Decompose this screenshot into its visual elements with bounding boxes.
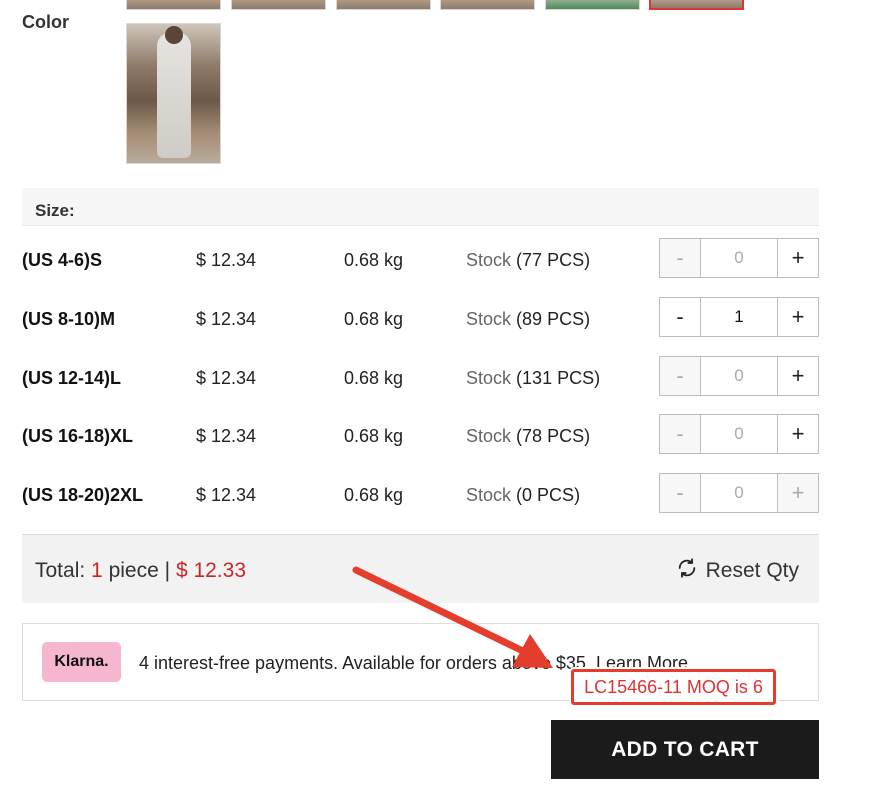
klarna-text: 4 interest-free payments. Available for …: [139, 653, 591, 673]
quantity-stepper: - 1 +: [659, 297, 819, 337]
size-name: (US 8-10)M: [22, 309, 116, 329]
total-prefix: Total:: [35, 559, 86, 582]
color-swatch-main[interactable]: [126, 23, 221, 164]
total-count: 1: [91, 559, 103, 582]
quantity-input[interactable]: 0: [701, 474, 777, 512]
increment-button[interactable]: +: [777, 415, 818, 453]
stock-label: Stock: [466, 485, 512, 505]
size-price: $ 12.34: [196, 368, 257, 388]
decrement-button[interactable]: -: [660, 298, 701, 336]
size-weight: 0.68 kg: [344, 250, 404, 270]
decrement-button[interactable]: -: [660, 239, 701, 277]
stock-label: Stock: [466, 426, 512, 446]
increment-button[interactable]: +: [777, 474, 818, 512]
quantity-stepper: - 0 +: [659, 473, 819, 513]
decrement-button[interactable]: -: [660, 474, 701, 512]
total-summary: Total: 1 piece | $ 12.33: [35, 559, 246, 583]
size-weight: 0.68 kg: [344, 368, 404, 388]
stock-label: Stock: [466, 309, 512, 329]
quantity-stepper: - 0 +: [659, 356, 819, 396]
total-unit: piece: [108, 559, 159, 582]
quantity-stepper: - 0 +: [659, 414, 819, 454]
size-weight: 0.68 kg: [344, 485, 404, 505]
total-separator: |: [164, 559, 171, 582]
add-to-cart-button[interactable]: ADD TO CART: [551, 720, 819, 779]
size-price: $ 12.34: [196, 485, 257, 505]
size-header-label: Size:: [35, 201, 75, 220]
product-figure-head: [165, 26, 183, 44]
size-stock: Stock (0 PCS): [466, 485, 580, 506]
size-stock: Stock (77 PCS): [466, 250, 590, 271]
quantity-input[interactable]: 0: [701, 415, 777, 453]
color-swatch-5[interactable]: [545, 0, 640, 10]
size-price: $ 12.34: [196, 250, 257, 270]
color-label: Color: [22, 12, 69, 32]
quantity-stepper: - 0 +: [659, 238, 819, 278]
stock-qty: (131 PCS): [516, 368, 601, 388]
size-name: (US 18-20)2XL: [22, 485, 144, 505]
increment-button[interactable]: +: [777, 298, 818, 336]
reset-qty-button[interactable]: Reset Qty: [676, 557, 799, 585]
quantity-input[interactable]: 0: [701, 357, 777, 395]
stock-label: Stock: [466, 250, 512, 270]
color-swatch-4[interactable]: [440, 0, 535, 10]
quantity-input[interactable]: 1: [701, 298, 777, 336]
reset-qty-label: Reset Qty: [705, 559, 799, 582]
refresh-icon: [676, 557, 698, 585]
stock-qty: (77 PCS): [516, 250, 591, 270]
stock-qty: (0 PCS): [516, 485, 581, 505]
size-weight: 0.68 kg: [344, 426, 404, 446]
size-price: $ 12.34: [196, 309, 257, 329]
color-swatch-2[interactable]: [231, 0, 326, 10]
stock-qty: (89 PCS): [516, 309, 591, 329]
size-name: (US 16-18)XL: [22, 426, 134, 446]
size-header: Size:: [22, 188, 819, 226]
size-weight: 0.68 kg: [344, 309, 404, 329]
total-amount: $ 12.33: [175, 559, 247, 582]
moq-warning: LC15466-11 MOQ is 6: [571, 669, 776, 705]
increment-button[interactable]: +: [777, 357, 818, 395]
size-price: $ 12.34: [196, 426, 257, 446]
product-figure: [157, 32, 191, 158]
quantity-input[interactable]: 0: [701, 239, 777, 277]
color-swatch-selected[interactable]: [649, 0, 744, 10]
size-stock: Stock (89 PCS): [466, 309, 590, 330]
size-stock: Stock (131 PCS): [466, 368, 600, 389]
decrement-button[interactable]: -: [660, 415, 701, 453]
size-name: (US 12-14)L: [22, 368, 122, 388]
color-swatch-1[interactable]: [126, 0, 221, 10]
klarna-logo: Klarna.: [42, 642, 121, 682]
stock-qty: (78 PCS): [516, 426, 591, 446]
decrement-button[interactable]: -: [660, 357, 701, 395]
stock-label: Stock: [466, 368, 512, 388]
size-name: (US 4-6)S: [22, 250, 103, 270]
color-swatch-3[interactable]: [336, 0, 431, 10]
increment-button[interactable]: +: [777, 239, 818, 277]
size-stock: Stock (78 PCS): [466, 426, 590, 447]
total-bar: Total: 1 piece | $ 12.33 Reset Qty: [22, 534, 819, 603]
